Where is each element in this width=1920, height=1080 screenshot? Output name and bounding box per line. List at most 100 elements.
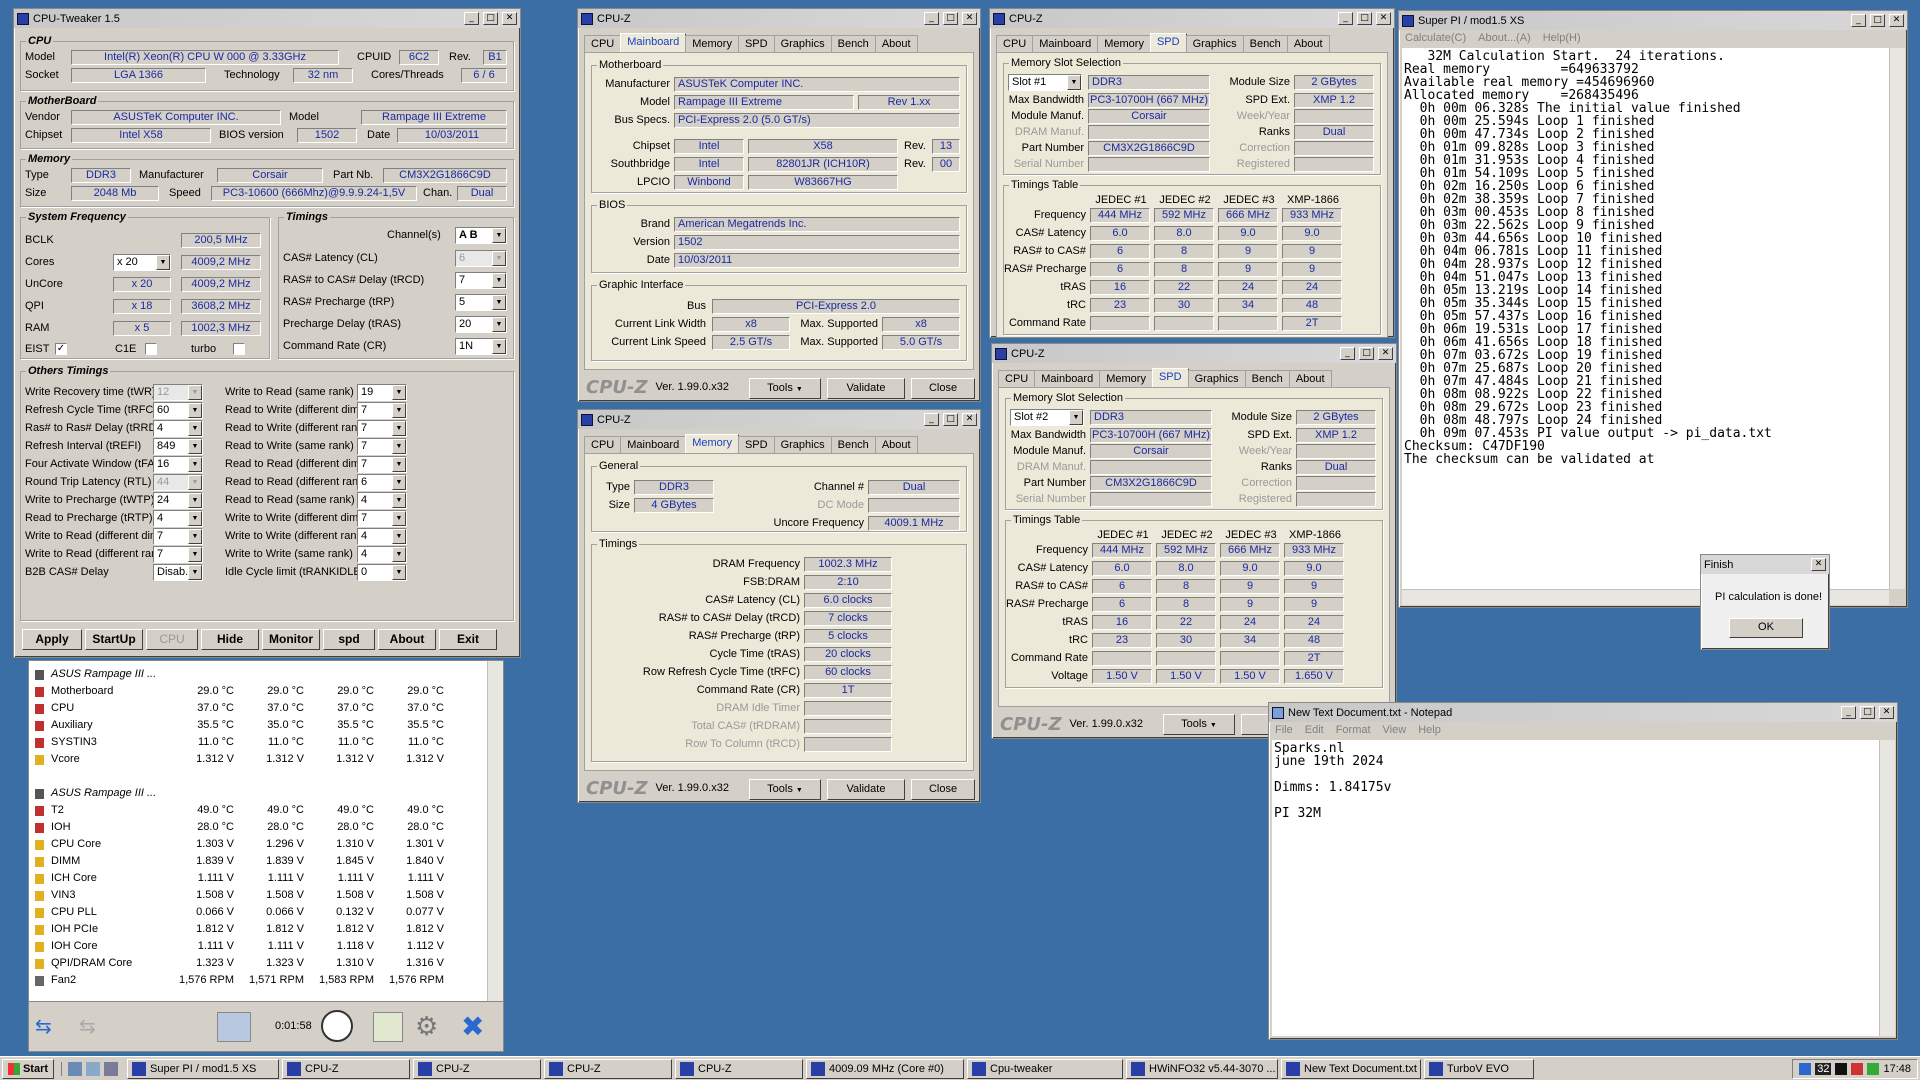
timing-select[interactable]: 60 ▼ bbox=[153, 402, 203, 419]
titlebar[interactable]: CPU-Z _ □ ✕ bbox=[578, 410, 980, 429]
maximize-icon[interactable]: □ bbox=[483, 12, 498, 25]
chevron-down-icon[interactable]: ▼ bbox=[1069, 410, 1083, 425]
tray-icon[interactable] bbox=[1835, 1062, 1848, 1075]
vertical-scrollbar[interactable] bbox=[1879, 740, 1895, 1036]
menu-view[interactable]: View bbox=[1383, 724, 1407, 736]
tab-about[interactable]: About bbox=[874, 35, 918, 52]
chevron-down-icon[interactable]: ▼ bbox=[392, 439, 406, 454]
maximize-icon[interactable]: □ bbox=[943, 413, 958, 426]
tweaker-button-exit[interactable]: Exit bbox=[439, 629, 497, 650]
chevron-down-icon[interactable]: ▼ bbox=[492, 317, 506, 332]
close-icon[interactable]: ✕ bbox=[962, 12, 977, 25]
tab-memory[interactable]: Memory bbox=[1097, 35, 1151, 52]
chevron-down-icon[interactable]: ▼ bbox=[156, 255, 170, 270]
network-icon[interactable] bbox=[217, 1012, 251, 1042]
menu-about[interactable]: About...(A) bbox=[1478, 32, 1531, 44]
minimize-icon[interactable]: _ bbox=[1340, 347, 1355, 360]
chevron-down-icon[interactable]: ▼ bbox=[392, 475, 406, 490]
trcd-select[interactable]: 7 ▼ bbox=[455, 272, 507, 289]
chevron-down-icon[interactable]: ▼ bbox=[188, 565, 202, 580]
channels-select[interactable]: A B ▼ bbox=[455, 227, 507, 244]
sensor-row[interactable]: Motherboard 29.0 °C 29.0 °C 29.0 °C 29.0 °C bbox=[29, 682, 503, 699]
timing-select[interactable]: 4 ▼ bbox=[357, 546, 407, 563]
task-button[interactable]: Cpu-tweaker bbox=[967, 1058, 1123, 1079]
chevron-down-icon[interactable]: ▼ bbox=[392, 529, 406, 544]
ok-button[interactable]: OK bbox=[1729, 618, 1803, 638]
chevron-down-icon[interactable]: ▼ bbox=[392, 547, 406, 562]
task-button[interactable]: CPU-Z bbox=[413, 1058, 541, 1079]
tab-mainboard[interactable]: Mainboard bbox=[620, 436, 687, 453]
timing-select[interactable]: Disab. ▼ bbox=[153, 564, 203, 581]
minimize-icon[interactable]: _ bbox=[924, 413, 939, 426]
close-icon[interactable]: ✕ bbox=[1811, 558, 1826, 571]
sensor-row[interactable]: IOH 28.0 °C 28.0 °C 28.0 °C 28.0 °C bbox=[29, 818, 503, 835]
chevron-down-icon[interactable]: ▼ bbox=[188, 385, 202, 400]
clock-icon[interactable] bbox=[321, 1010, 353, 1042]
timing-select[interactable]: 19 ▼ bbox=[357, 384, 407, 401]
report-icon[interactable] bbox=[373, 1012, 403, 1042]
timing-select[interactable]: 7 ▼ bbox=[357, 402, 407, 419]
maximize-icon[interactable]: □ bbox=[1860, 706, 1875, 719]
c1e-checkbox[interactable] bbox=[145, 343, 157, 355]
tab-spd[interactable]: SPD bbox=[737, 35, 775, 52]
quicklaunch-icon[interactable] bbox=[68, 1061, 82, 1076]
close-icon[interactable]: ✕ bbox=[1378, 347, 1393, 360]
titlebar[interactable]: Finish ✕ bbox=[1701, 555, 1829, 574]
timing-select[interactable]: 16 ▼ bbox=[153, 456, 203, 473]
tools-button[interactable]: Tools ▼ bbox=[749, 378, 821, 399]
menu-calculate[interactable]: Calculate(C) bbox=[1405, 32, 1466, 44]
tray-icon[interactable] bbox=[1799, 1062, 1812, 1075]
sensor-row[interactable]: QPI/DRAM Core 1.323 V 1.323 V 1.310 V 1.316 … bbox=[29, 954, 503, 971]
tab-cpu[interactable]: CPU bbox=[584, 436, 622, 453]
sensor-row[interactable]: VIN3 1.508 V 1.508 V 1.508 V 1.508 V bbox=[29, 886, 503, 903]
titlebar[interactable]: CPU-Z _ □ ✕ bbox=[578, 9, 980, 28]
timing-select[interactable]: 12 ▼ bbox=[153, 384, 203, 401]
chevron-down-icon[interactable]: ▼ bbox=[392, 493, 406, 508]
chevron-down-icon[interactable]: ▼ bbox=[392, 421, 406, 436]
close-icon[interactable]: ✕ bbox=[962, 413, 977, 426]
chevron-down-icon[interactable]: ▼ bbox=[492, 339, 506, 354]
titlebar[interactable]: CPU-Z _ □ ✕ bbox=[990, 9, 1394, 28]
tab-graphics[interactable]: Graphics bbox=[1187, 370, 1246, 387]
close-icon[interactable]: ✖ bbox=[461, 1010, 484, 1043]
minimize-icon[interactable]: _ bbox=[924, 12, 939, 25]
timing-select[interactable]: 849 ▼ bbox=[153, 438, 203, 455]
cores-multiplier-select[interactable]: x 20 ▼ bbox=[113, 254, 171, 271]
tab-about[interactable]: About bbox=[1286, 35, 1330, 52]
minimize-icon[interactable]: _ bbox=[1338, 12, 1353, 25]
timing-select[interactable]: 7 ▼ bbox=[357, 420, 407, 437]
close-icon[interactable]: ✕ bbox=[1376, 12, 1391, 25]
tab-about[interactable]: About bbox=[874, 436, 918, 453]
tab-memory[interactable]: Memory bbox=[1099, 370, 1153, 387]
quicklaunch-icon[interactable] bbox=[86, 1061, 100, 1076]
tab-about[interactable]: About bbox=[1288, 370, 1332, 387]
chevron-down-icon[interactable]: ▼ bbox=[188, 493, 202, 508]
minimize-icon[interactable]: _ bbox=[464, 12, 479, 25]
maximize-icon[interactable]: □ bbox=[1359, 347, 1374, 360]
cpu-tweaker-titlebar[interactable]: CPU-Tweaker 1.5 _ □ ✕ bbox=[14, 9, 520, 28]
chevron-down-icon[interactable]: ▼ bbox=[1067, 75, 1081, 90]
tab-cpu[interactable]: CPU bbox=[996, 35, 1034, 52]
sensor-row[interactable]: SYSTIN3 11.0 °C 11.0 °C 11.0 °C 11.0 °C bbox=[29, 733, 503, 750]
tweaker-button-startup[interactable]: StartUp bbox=[85, 629, 143, 650]
close-button[interactable]: Close bbox=[911, 779, 975, 800]
maximize-icon[interactable]: □ bbox=[1357, 12, 1372, 25]
chevron-down-icon[interactable]: ▼ bbox=[188, 529, 202, 544]
timing-select[interactable]: 7 ▼ bbox=[357, 510, 407, 527]
close-button[interactable]: Close bbox=[911, 378, 975, 399]
sensor-row[interactable]: Auxiliary 35.5 °C 35.0 °C 35.5 °C 35.5 °C bbox=[29, 716, 503, 733]
sensor-scrollbar[interactable] bbox=[487, 661, 503, 1001]
tab-spd[interactable]: SPD bbox=[1149, 33, 1187, 52]
tools-button[interactable]: Tools ▼ bbox=[1163, 714, 1235, 735]
titlebar[interactable]: New Text Document.txt - Notepad _ □ ✕ bbox=[1269, 703, 1897, 722]
tab-graphics[interactable]: Graphics bbox=[773, 35, 832, 52]
chevron-down-icon[interactable]: ▼ bbox=[492, 295, 506, 310]
tab-spd[interactable]: SPD bbox=[737, 436, 775, 453]
turbo-checkbox[interactable] bbox=[233, 343, 245, 355]
minimize-icon[interactable]: _ bbox=[1841, 706, 1856, 719]
timing-select[interactable]: 7 ▼ bbox=[357, 438, 407, 455]
eist-checkbox[interactable]: ✓ bbox=[55, 343, 67, 355]
menu-help[interactable]: Help bbox=[1418, 724, 1441, 736]
timing-select[interactable]: 24 ▼ bbox=[153, 492, 203, 509]
minimize-icon[interactable]: _ bbox=[1851, 14, 1866, 27]
